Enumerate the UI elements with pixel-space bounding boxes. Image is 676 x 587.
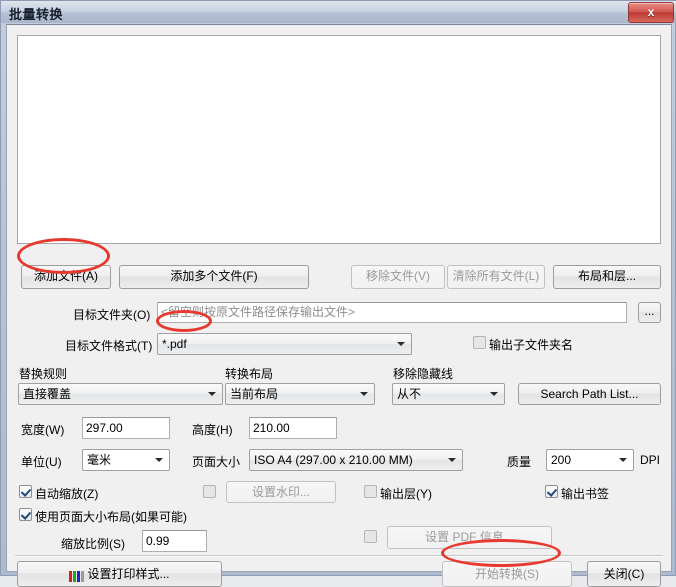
chevron-down-icon xyxy=(360,392,368,396)
auto-scale-label: 自动缩放(Z) xyxy=(35,487,99,501)
chevron-down-icon xyxy=(619,458,627,462)
add-file-button[interactable]: 添加文件(A) xyxy=(21,265,111,289)
height-input[interactable]: 210.00 xyxy=(249,417,337,439)
clear-all-files-button[interactable]: 清除所有文件(L) xyxy=(447,265,545,289)
scale-ratio-label: 缩放比例(S) xyxy=(61,537,125,551)
use-page-size-layout-label: 使用页面大小布局(如果可能) xyxy=(35,510,187,524)
close-dialog-button[interactable]: 关闭(C) xyxy=(587,561,661,587)
close-icon: x xyxy=(647,5,655,19)
remove-file-button[interactable]: 移除文件(V) xyxy=(351,265,445,289)
use-page-size-layout-checkbox[interactable] xyxy=(19,508,32,521)
output-bookmark-label: 输出书签 xyxy=(561,487,610,501)
output-subfolder-checkbox[interactable] xyxy=(473,336,486,349)
file-list[interactable] xyxy=(17,35,661,244)
page-size-value: ISO A4 (297.00 x 210.00 MM) xyxy=(254,453,413,467)
browse-folder-button[interactable]: ... xyxy=(638,302,661,323)
convert-layout-label: 转换布局 xyxy=(225,367,274,381)
quality-combobox[interactable]: 200 xyxy=(546,449,634,471)
scale-ratio-input[interactable]: 0.99 xyxy=(142,530,207,552)
color-bars-icon xyxy=(69,571,85,583)
title-bar: 批量转换 x xyxy=(1,1,676,23)
start-convert-button[interactable]: 开始转换(S) xyxy=(442,561,572,587)
target-format-combobox[interactable]: *.pdf xyxy=(157,333,412,355)
dialog-client-area: 添加文件(A) 添加多个文件(F) 移除文件(V) 清除所有文件(L) 布局和层… xyxy=(6,24,672,587)
search-path-list-button[interactable]: Search Path List... xyxy=(518,383,661,405)
page-size-label: 页面大小 xyxy=(192,455,241,469)
height-label: 高度(H) xyxy=(192,423,233,437)
chevron-down-icon xyxy=(397,342,405,346)
window-title: 批量转换 xyxy=(9,7,64,22)
output-layer-checkbox[interactable] xyxy=(364,485,377,498)
convert-layout-combobox[interactable]: 当前布局 xyxy=(225,383,375,405)
pdf-info-checkbox[interactable] xyxy=(364,530,377,543)
remove-hidden-line-label: 移除隐藏线 xyxy=(393,367,454,381)
width-label: 宽度(W) xyxy=(21,423,65,437)
chevron-down-icon xyxy=(155,458,163,462)
unit-label: 单位(U) xyxy=(21,455,62,469)
replace-rule-value: 直接覆盖 xyxy=(23,387,72,401)
auto-scale-checkbox[interactable] xyxy=(19,485,32,498)
chevron-down-icon xyxy=(208,392,216,396)
remove-hidden-line-value: 从不 xyxy=(397,387,422,401)
target-format-label: 目标文件格式(T) xyxy=(65,339,153,353)
page-size-combobox[interactable]: ISO A4 (297.00 x 210.00 MM) xyxy=(249,449,463,471)
unit-combobox[interactable]: 毫米 xyxy=(82,449,170,471)
pdf-info-button[interactable]: 设置 PDF 信息... xyxy=(387,526,552,549)
target-folder-label: 目标文件夹(O) xyxy=(73,308,151,322)
replace-rule-combobox[interactable]: 直接覆盖 xyxy=(18,383,223,405)
chevron-down-icon xyxy=(448,458,456,462)
watermark-button[interactable]: 设置水印... xyxy=(226,481,336,503)
add-multi-files-button[interactable]: 添加多个文件(F) xyxy=(119,265,309,289)
quality-value: 200 xyxy=(551,453,572,467)
target-folder-input[interactable]: <留空则按原文件路径保存输出文件> xyxy=(157,302,627,323)
close-button[interactable]: x xyxy=(628,2,674,23)
output-subfolder-label: 输出子文件夹名 xyxy=(489,338,574,352)
layout-and-layer-button[interactable]: 布局和层... xyxy=(553,265,661,289)
replace-rule-label: 替换规则 xyxy=(19,367,68,381)
quality-label: 质量 xyxy=(507,455,532,469)
output-bookmark-checkbox[interactable] xyxy=(545,485,558,498)
convert-layout-value: 当前布局 xyxy=(230,387,279,401)
footer-separator xyxy=(15,555,663,557)
print-style-label: 设置打印样式... xyxy=(87,567,170,581)
batch-convert-dialog: 批量转换 x 添加文件(A) 添加多个文件(F) 移除文件(V) 清除所有文件(… xyxy=(0,0,676,587)
print-style-button[interactable]: 设置打印样式... xyxy=(17,561,222,587)
output-layer-label: 输出层(Y) xyxy=(380,487,432,501)
target-format-value: *.pdf xyxy=(162,337,187,351)
width-input[interactable]: 297.00 xyxy=(82,417,170,439)
unit-value: 毫米 xyxy=(87,453,112,467)
watermark-checkbox[interactable] xyxy=(203,485,216,498)
dpi-label: DPI xyxy=(640,453,661,467)
chevron-down-icon xyxy=(490,392,498,396)
remove-hidden-line-combobox[interactable]: 从不 xyxy=(392,383,505,405)
